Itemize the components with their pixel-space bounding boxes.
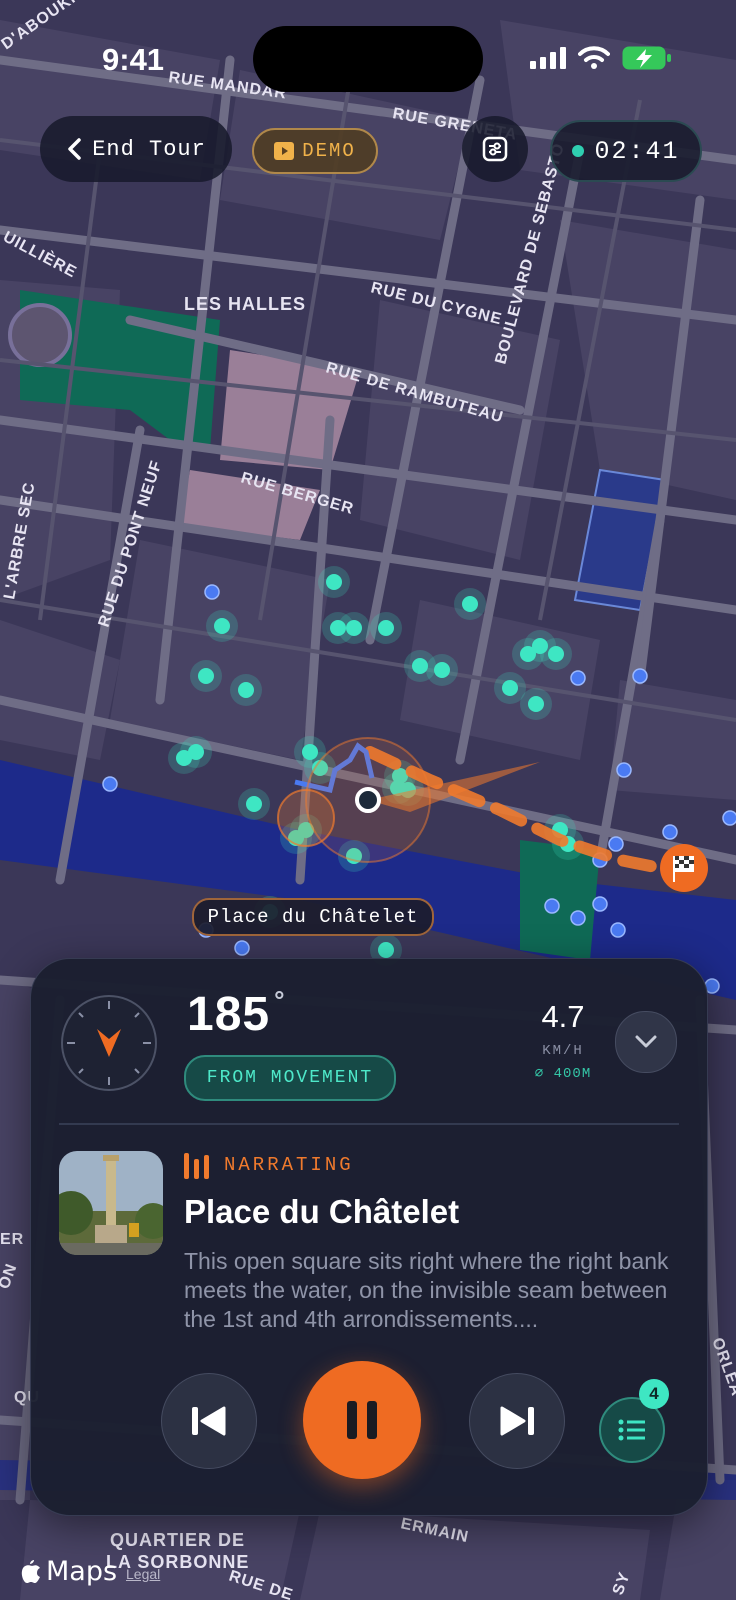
list-icon bbox=[618, 1419, 645, 1441]
recording-dot bbox=[572, 145, 585, 157]
poi-marker-secondary[interactable] bbox=[608, 836, 624, 852]
poi-marker-secondary[interactable] bbox=[102, 776, 118, 792]
chevron-down-icon bbox=[635, 1035, 657, 1048]
status-icons bbox=[530, 46, 672, 70]
status-time: 9:41 bbox=[102, 42, 165, 77]
pause-button[interactable] bbox=[303, 1361, 421, 1479]
audio-bars-icon bbox=[184, 1153, 209, 1179]
poi-marker[interactable] bbox=[502, 680, 518, 696]
heading-value: 185 bbox=[187, 988, 271, 1041]
skip-forward-icon bbox=[500, 1406, 534, 1436]
street-label-er: ER bbox=[0, 1231, 24, 1248]
stop-description[interactable]: This open square sits right where the ri… bbox=[184, 1247, 674, 1334]
demo-label: DEMO bbox=[302, 140, 356, 162]
dynamic-island bbox=[253, 26, 483, 92]
user-location-dot bbox=[355, 787, 381, 813]
heading-unit: ° bbox=[274, 985, 286, 1015]
chevron-left-icon bbox=[68, 138, 81, 160]
poi-marker-secondary[interactable] bbox=[616, 762, 632, 778]
end-tour-label: End Tour bbox=[92, 136, 206, 162]
stop-thumbnail[interactable] bbox=[59, 1151, 163, 1255]
skip-back-icon bbox=[192, 1406, 226, 1436]
timer-value: 02:41 bbox=[594, 136, 680, 166]
settings-button[interactable] bbox=[462, 116, 528, 182]
play-icon bbox=[274, 142, 295, 160]
accuracy-readout: ⌀ 400M bbox=[534, 1066, 592, 1082]
collapse-panel-button[interactable] bbox=[615, 1011, 677, 1073]
poi-marker[interactable] bbox=[326, 574, 342, 590]
poi-marker-secondary[interactable] bbox=[234, 940, 250, 956]
end-tour-button[interactable]: End Tour bbox=[40, 116, 232, 182]
pause-icon bbox=[347, 1401, 377, 1439]
poi-marker-secondary[interactable] bbox=[544, 898, 560, 914]
poi-marker-secondary[interactable] bbox=[570, 910, 586, 926]
legal-link[interactable]: Legal bbox=[126, 1566, 160, 1582]
poi-marker-secondary[interactable] bbox=[592, 896, 608, 912]
poi-circle-orange bbox=[277, 789, 335, 847]
apple-logo-icon bbox=[21, 1559, 40, 1583]
maps-attribution: Maps bbox=[20, 1556, 117, 1587]
heading-readout: 185 ° bbox=[187, 985, 286, 1042]
poi-marker[interactable] bbox=[548, 646, 564, 662]
stop-count-badge: 4 bbox=[639, 1379, 669, 1409]
stop-title: Place du Châtelet bbox=[184, 1193, 460, 1230]
speed-value: 4.7 bbox=[541, 999, 585, 1034]
district-label-les-halles: LES HALLES bbox=[184, 294, 306, 314]
poi-marker-secondary[interactable] bbox=[632, 668, 648, 684]
sliders-icon bbox=[482, 136, 508, 162]
poi-marker-secondary[interactable] bbox=[722, 810, 736, 826]
narration-status: NARRATING bbox=[184, 1151, 354, 1179]
poi-marker[interactable] bbox=[346, 620, 362, 636]
heading-source-badge: FROM MOVEMENT bbox=[184, 1055, 396, 1101]
speed-unit: KM/H bbox=[542, 1043, 584, 1059]
next-stop-button[interactable] bbox=[469, 1373, 565, 1469]
poi-marker[interactable] bbox=[378, 620, 394, 636]
tour-timer: 02:41 bbox=[550, 120, 702, 182]
poi-marker-secondary[interactable] bbox=[570, 670, 586, 686]
tour-panel: 185 ° FROM MOVEMENT 4.7 KM/H ⌀ 400M NARRA… bbox=[30, 958, 708, 1516]
current-place-label[interactable]: Place du Châtelet bbox=[192, 898, 434, 936]
poi-marker[interactable] bbox=[246, 796, 262, 812]
poi-marker[interactable] bbox=[378, 942, 394, 958]
poi-marker[interactable] bbox=[528, 696, 544, 712]
poi-marker[interactable] bbox=[434, 662, 450, 678]
poi-marker-secondary[interactable] bbox=[610, 922, 626, 938]
battery-charging-icon bbox=[622, 46, 671, 70]
demo-badge: DEMO bbox=[252, 128, 378, 174]
wifi-icon bbox=[578, 46, 610, 69]
poi-marker[interactable] bbox=[214, 618, 230, 634]
finish-flag-icon[interactable] bbox=[660, 844, 708, 892]
poi-marker-secondary[interactable] bbox=[662, 824, 678, 840]
poi-marker[interactable] bbox=[462, 596, 478, 612]
cellular-signal-icon bbox=[530, 47, 566, 69]
maps-label: Maps bbox=[46, 1556, 118, 1587]
poi-marker[interactable] bbox=[188, 744, 204, 760]
narration-label: NARRATING bbox=[224, 1154, 354, 1176]
previous-stop-button[interactable] bbox=[161, 1373, 257, 1469]
poi-marker[interactable] bbox=[198, 668, 214, 684]
compass-icon bbox=[61, 995, 157, 1091]
poi-marker[interactable] bbox=[412, 658, 428, 674]
poi-marker[interactable] bbox=[238, 682, 254, 698]
poi-marker-secondary[interactable] bbox=[204, 584, 220, 600]
district-label-quartier-1: QUARTIER DE bbox=[110, 1530, 245, 1550]
panel-divider bbox=[59, 1123, 679, 1125]
